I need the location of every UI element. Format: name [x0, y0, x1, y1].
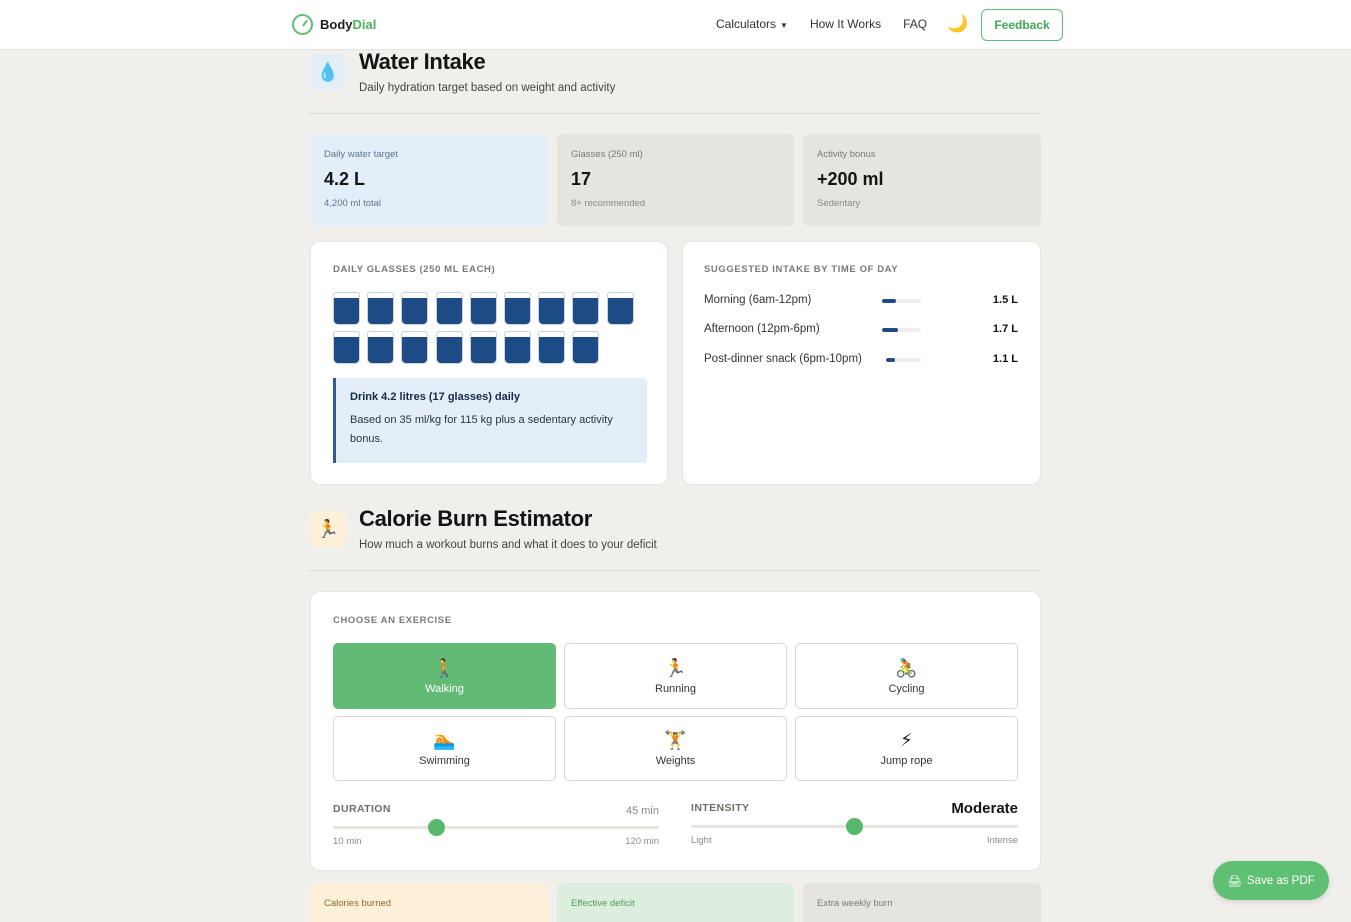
schedule-row-fill [882, 299, 897, 303]
schedule-row-fill [886, 358, 896, 362]
top-navigation-bar: BodyDial Calculators ▼ How It Works FAQ 🌙… [0, 0, 1351, 50]
water-glass-icon [606, 292, 634, 325]
nav-faq[interactable]: FAQ [903, 17, 927, 31]
logo-text: BodyDial [320, 17, 377, 32]
water-glass-icon [435, 292, 463, 325]
water-glass-icon [469, 292, 497, 325]
exercise-running-button[interactable]: 🏃 Running [564, 643, 787, 709]
section-divider [309, 570, 1041, 571]
calorie-section-subtitle: How much a workout burns and what it doe… [359, 539, 657, 551]
water-glass-icon [469, 331, 497, 364]
duration-slider-track[interactable] [333, 826, 659, 829]
walking-icon: 🚶 [433, 657, 456, 678]
water-glass-icon [572, 292, 600, 325]
swimming-icon: 🏊 [433, 730, 456, 750]
runner-icon: 🏃 [310, 511, 346, 547]
schedule-row-label: Afternoon (12pm-6pm) [704, 323, 820, 335]
duration-max-label: 120 min [625, 836, 659, 847]
moon-icon[interactable]: 🌙 [947, 14, 968, 34]
schedule-row-label: Morning (6am-12pm) [704, 294, 812, 306]
nav-how-it-works[interactable]: How It Works [810, 17, 881, 31]
intensity-max-label: Intense [986, 835, 1018, 846]
schedule-row-bar [882, 328, 921, 332]
glasses-caption: Daily glasses (250 ml each) [333, 264, 496, 275]
intensity-slider-handle[interactable] [846, 818, 863, 835]
nav-calculators[interactable]: Calculators ▼ [716, 17, 788, 31]
cycling-icon: 🚴 [895, 657, 918, 678]
schedule-caption: Suggested intake by time of day [704, 264, 899, 275]
tip-title: Drink 4.2 litres (17 glasses) daily [350, 391, 520, 403]
water-glass-icon [333, 331, 360, 364]
section-divider [309, 113, 1041, 114]
duration-min-label: 10 min [333, 836, 362, 847]
dial-logo-icon [292, 14, 313, 35]
water-glass-icon [538, 331, 566, 364]
printer-icon: 🖨 [1227, 875, 1242, 888]
intensity-label: INTENSITY [691, 802, 750, 814]
running-icon: 🏃 [664, 657, 687, 678]
water-glass-icon [401, 331, 429, 364]
water-glass-icon [504, 292, 531, 325]
stat-effective-deficit: Effective deficit [557, 883, 794, 922]
save-as-pdf-button[interactable]: 🖨 Save as PDF [1213, 861, 1329, 900]
schedule-row-label: Post-dinner snack (6pm-10pm) [704, 353, 862, 365]
water-section-title: Water Intake [359, 49, 486, 74]
water-tip-callout: Drink 4.2 litres (17 glasses) daily Base… [333, 378, 647, 463]
schedule-row-value: 1.7 L [992, 323, 1018, 335]
intensity-value: Moderate [951, 800, 1018, 817]
water-glass-icon [504, 331, 531, 364]
water-glass-icon [538, 292, 566, 325]
exercise-jump-rope-button[interactable]: ⚡ Jump rope [795, 716, 1018, 781]
duration-value: 45 min [625, 805, 659, 817]
main-nav: Calculators ▼ How It Works FAQ [716, 17, 927, 31]
exercise-weights-button[interactable]: 🏋️ Weights [564, 716, 787, 781]
exercise-caption: Choose an exercise [333, 615, 452, 626]
stat-glasses: Glasses (250 ml) 17 8+ recommended [557, 134, 794, 226]
water-section-subtitle: Daily hydration target based on weight a… [359, 82, 616, 94]
schedule-row-bar [882, 299, 921, 303]
exercise-walking-button[interactable]: 🚶 Walking [333, 643, 556, 709]
duration-label: DURATION [333, 803, 391, 815]
water-drop-icon: 💧 [310, 54, 346, 90]
exercise-cycling-button[interactable]: 🚴 Cycling [795, 643, 1018, 709]
water-glass-icon [367, 292, 395, 325]
lightning-icon: ⚡ [900, 730, 913, 750]
stat-daily-water-target: Daily water target 4.2 L 4,200 ml total [310, 134, 548, 226]
calorie-section-title: Calorie Burn Estimator [359, 506, 593, 531]
water-glass-icon [401, 292, 429, 325]
water-glass-icon [435, 331, 463, 364]
schedule-row-fill [882, 328, 898, 332]
schedule-row-bar [886, 358, 921, 362]
tip-body: Based on 35 ml/kg for 115 kg plus a sede… [350, 414, 613, 445]
schedule-row-value: 1.1 L [992, 353, 1018, 365]
stat-calories-burned: Calories burned [310, 883, 548, 922]
stat-activity-bonus: Activity bonus +200 ml Sedentary [803, 134, 1041, 226]
logo[interactable]: BodyDial [292, 14, 376, 35]
water-glass-icon [333, 292, 360, 325]
schedule-row-value: 1.5 L [992, 294, 1018, 306]
water-glass-icon [367, 331, 395, 364]
intensity-min-label: Light [691, 835, 712, 846]
water-glass-icon [572, 331, 600, 364]
weightlifting-icon: 🏋️ [664, 730, 687, 750]
stat-extra-weekly-burn: Extra weekly burn [803, 883, 1041, 922]
chevron-down-icon: ▼ [780, 21, 788, 30]
feedback-button[interactable]: Feedback [981, 9, 1063, 41]
exercise-swimming-button[interactable]: 🏊 Swimming [333, 716, 556, 781]
